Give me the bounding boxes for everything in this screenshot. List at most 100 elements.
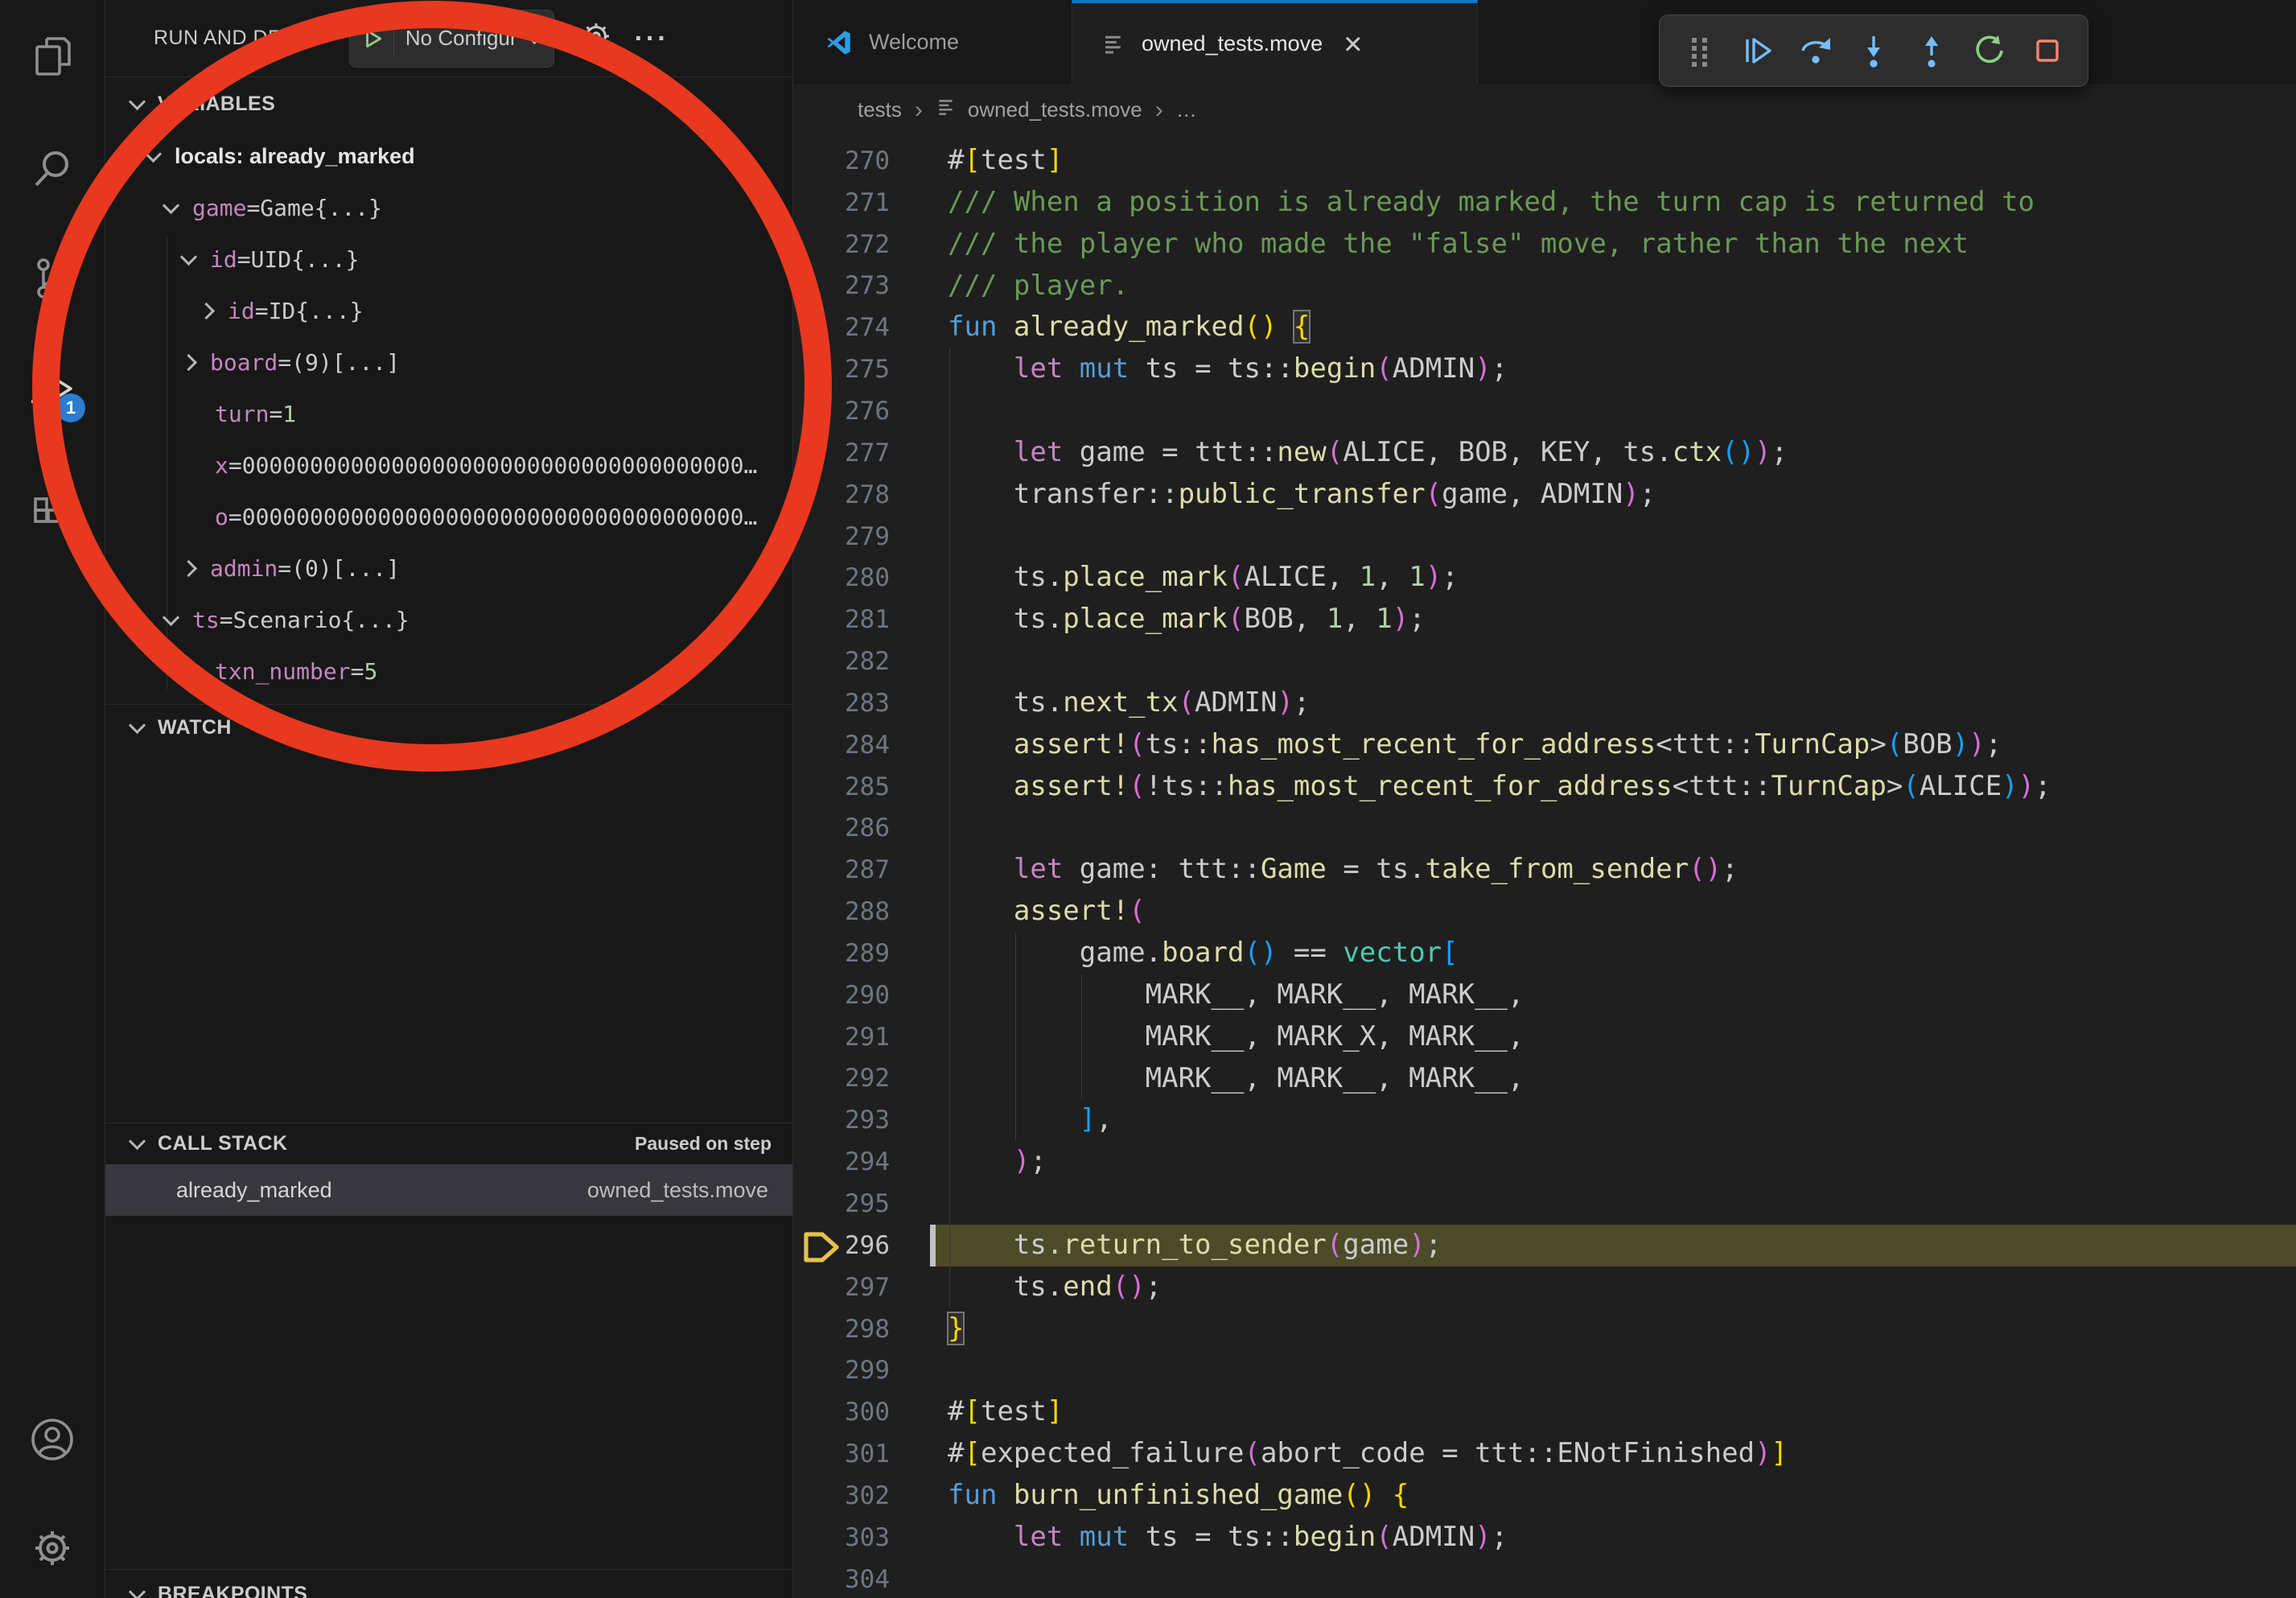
code-line-297[interactable]: 297 ts.end(); [793, 1266, 2296, 1308]
drag-handle-icon[interactable] [1682, 33, 1718, 68]
line-number[interactable]: 304 [793, 1565, 930, 1594]
code-line-270[interactable]: 270#[test] [793, 140, 2296, 182]
debug-settings-gear-icon[interactable] [578, 19, 614, 58]
line-number[interactable]: 297 [793, 1273, 930, 1302]
line-number[interactable]: 279 [793, 522, 930, 551]
line-number[interactable]: 280 [793, 563, 930, 592]
code-line-293[interactable]: 293 ], [793, 1099, 2296, 1141]
code-line-279[interactable]: 279 [793, 516, 2296, 558]
close-icon[interactable]: × [1343, 28, 1362, 60]
variable-row-x[interactable]: x = 000000000000000000000000000000000000… [105, 439, 792, 491]
code-line-298[interactable]: 298} [793, 1308, 2296, 1350]
code-line-275[interactable]: 275 let mut ts = ts::begin(ADMIN); [793, 348, 2296, 390]
code-line-302[interactable]: 302fun burn_unfinished_game() { [793, 1475, 2296, 1517]
code-line-280[interactable]: 280 ts.place_mark(ALICE, 1, 1); [793, 557, 2296, 599]
step-into-button[interactable] [1856, 33, 1891, 68]
line-number[interactable]: 278 [793, 480, 930, 509]
code-line-274[interactable]: 274fun already_marked() { [793, 307, 2296, 348]
code-line-271[interactable]: 271/// When a position is already marked… [793, 182, 2296, 224]
line-number[interactable]: 276 [793, 397, 930, 426]
line-number[interactable]: 287 [793, 855, 930, 884]
more-actions-icon[interactable]: ··· [635, 31, 669, 47]
line-number[interactable]: 288 [793, 897, 930, 926]
variable-row-id[interactable]: id = ID{...} [105, 285, 792, 336]
code-line-286[interactable]: 286 [793, 808, 2296, 850]
variable-row-board[interactable]: board = (9)[...] [105, 336, 792, 388]
chevron-down-icon[interactable] [145, 145, 162, 162]
variable-row-txn_number[interactable]: txn_number = 5 [105, 645, 792, 697]
code-line-276[interactable]: 276 [793, 390, 2296, 432]
line-number[interactable]: 271 [793, 188, 930, 217]
line-number[interactable]: 301 [793, 1439, 930, 1468]
launch-config-dropdown[interactable]: No Configur [349, 10, 554, 68]
start-debug-play-icon[interactable] [361, 27, 384, 50]
line-number[interactable]: 274 [793, 313, 930, 342]
breakpoints-header[interactable]: BREAKPOINTS [105, 1570, 792, 1598]
explorer-icon[interactable] [29, 32, 76, 79]
line-number[interactable]: 283 [793, 689, 930, 718]
code-line-304[interactable]: 304 [793, 1559, 2296, 1598]
chevron-down-icon[interactable] [163, 196, 179, 213]
watch-header[interactable]: WATCH [105, 705, 792, 750]
code-line-287[interactable]: 287 let game: ttt::Game = ts.take_from_s… [793, 849, 2296, 891]
code-line-285[interactable]: 285 assert!(!ts::has_most_recent_for_add… [793, 766, 2296, 808]
search-icon[interactable] [29, 145, 76, 192]
step-over-button[interactable] [1798, 33, 1833, 68]
line-number[interactable]: 282 [793, 647, 930, 676]
code-line-296[interactable]: 296 ts.return_to_sender(game); [793, 1225, 2296, 1266]
breadcrumb-tests[interactable]: tests [858, 97, 902, 122]
call-stack-frame[interactable]: already_marked owned_tests.move [105, 1164, 792, 1216]
breadcrumb-symbol[interactable]: … [1176, 97, 1197, 122]
code-line-288[interactable]: 288 assert!( [793, 891, 2296, 933]
variables-header[interactable]: VARIABLES [105, 77, 792, 130]
line-number[interactable]: 290 [793, 981, 930, 1010]
continue-button[interactable] [1740, 33, 1775, 68]
line-number[interactable]: 295 [793, 1189, 930, 1218]
code-line-284[interactable]: 284 assert!(ts::has_most_recent_for_addr… [793, 724, 2296, 766]
line-number[interactable]: 270 [793, 146, 930, 175]
code-line-277[interactable]: 277 let game = ttt::new(ALICE, BOB, KEY,… [793, 432, 2296, 474]
restart-button[interactable] [1972, 33, 2007, 68]
line-number[interactable]: 292 [793, 1064, 930, 1093]
chevron-right-icon[interactable] [180, 353, 197, 370]
code-line-281[interactable]: 281 ts.place_mark(BOB, 1, 1); [793, 599, 2296, 640]
line-number[interactable]: 298 [793, 1315, 930, 1344]
line-number[interactable]: 275 [793, 355, 930, 384]
variable-row-game[interactable]: game = Game{...} [105, 182, 792, 233]
extensions-icon[interactable] [29, 479, 76, 525]
code-line-301[interactable]: 301#[expected_failure(abort_code = ttt::… [793, 1433, 2296, 1475]
tab-welcome[interactable]: Welcome [793, 0, 1072, 84]
code-line-294[interactable]: 294 ); [793, 1141, 2296, 1183]
line-number[interactable]: 277 [793, 439, 930, 467]
line-number[interactable]: 286 [793, 813, 930, 842]
code-line-295[interactable]: 295 [793, 1183, 2296, 1225]
line-number[interactable]: 273 [793, 271, 930, 300]
line-number[interactable]: 284 [793, 731, 930, 760]
chevron-right-icon[interactable] [180, 559, 197, 576]
line-number[interactable]: 303 [793, 1523, 930, 1552]
variable-row-id[interactable]: id = UID{...} [105, 233, 792, 285]
code-line-290[interactable]: 290 MARK__, MARK__, MARK__, [793, 974, 2296, 1016]
chevron-right-icon[interactable] [198, 302, 215, 319]
code-line-300[interactable]: 300#[test] [793, 1391, 2296, 1433]
code-line-291[interactable]: 291 MARK__, MARK_X, MARK__, [793, 1016, 2296, 1058]
stop-button[interactable] [2030, 33, 2065, 68]
code-line-289[interactable]: 289 game.board() == vector[ [793, 933, 2296, 974]
line-number[interactable]: 302 [793, 1481, 930, 1510]
accounts-icon[interactable] [29, 1416, 76, 1463]
code-line-283[interactable]: 283 ts.next_tx(ADMIN); [793, 682, 2296, 724]
variable-row-ts[interactable]: ts = Scenario{...} [105, 594, 792, 645]
variable-row-o[interactable]: o = 000000000000000000000000000000000000… [105, 491, 792, 542]
code-line-282[interactable]: 282 [793, 640, 2296, 682]
line-number[interactable]: 299 [793, 1356, 930, 1385]
run-and-debug-icon[interactable]: 1 [29, 369, 76, 416]
step-out-button[interactable] [1914, 33, 1949, 68]
code-line-292[interactable]: 292 MARK__, MARK__, MARK__, [793, 1058, 2296, 1100]
code-line-299[interactable]: 299 [793, 1349, 2296, 1391]
tab-owned-tests[interactable]: owned_tests.move × [1072, 0, 1478, 84]
line-number[interactable]: 272 [793, 230, 930, 259]
line-number[interactable]: 285 [793, 772, 930, 801]
source-control-icon[interactable] [29, 255, 76, 302]
line-number[interactable]: 293 [793, 1106, 930, 1135]
line-number[interactable]: 289 [793, 939, 930, 968]
